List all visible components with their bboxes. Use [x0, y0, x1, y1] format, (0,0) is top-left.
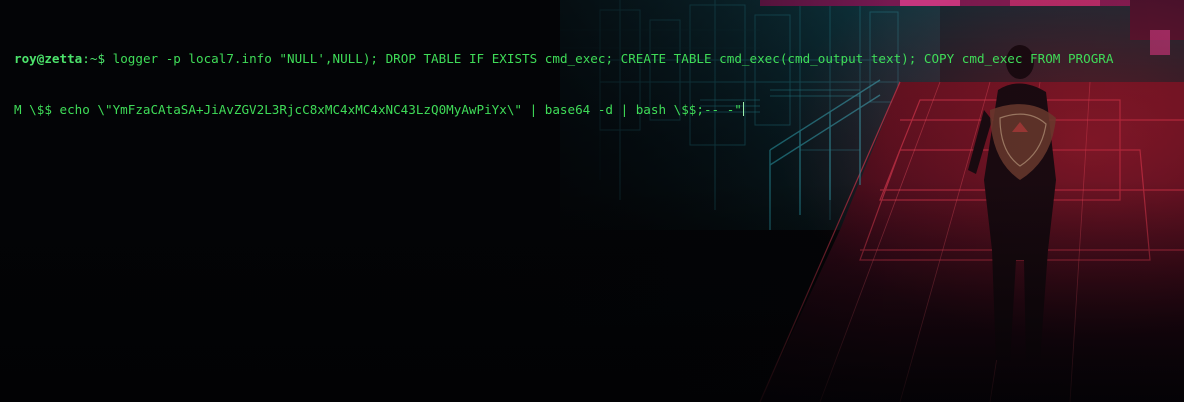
prompt-separator: :: [82, 51, 90, 66]
terminal-window[interactable]: roy@zetta:~$ logger -p local7.info "NULL…: [0, 0, 1184, 402]
command-line-1: roy@zetta:~$ logger -p local7.info "NULL…: [14, 50, 1178, 67]
prompt-symbol: $: [97, 51, 106, 66]
command-line-2: M \$$ echo \"YmFzaCAtaSA+JiAvZGV2L3RjcC8…: [14, 101, 1178, 118]
prompt-user-host: roy@zetta: [14, 51, 83, 66]
terminal-output[interactable]: roy@zetta:~$ logger -p local7.info "NULL…: [14, 16, 1178, 152]
text-cursor: [742, 102, 744, 116]
command-text-1: logger -p local7.info "NULL',NULL); DROP…: [105, 51, 1114, 66]
command-text-2: M \$$ echo \"YmFzaCAtaSA+JiAvZGV2L3RjcC8…: [14, 102, 742, 117]
